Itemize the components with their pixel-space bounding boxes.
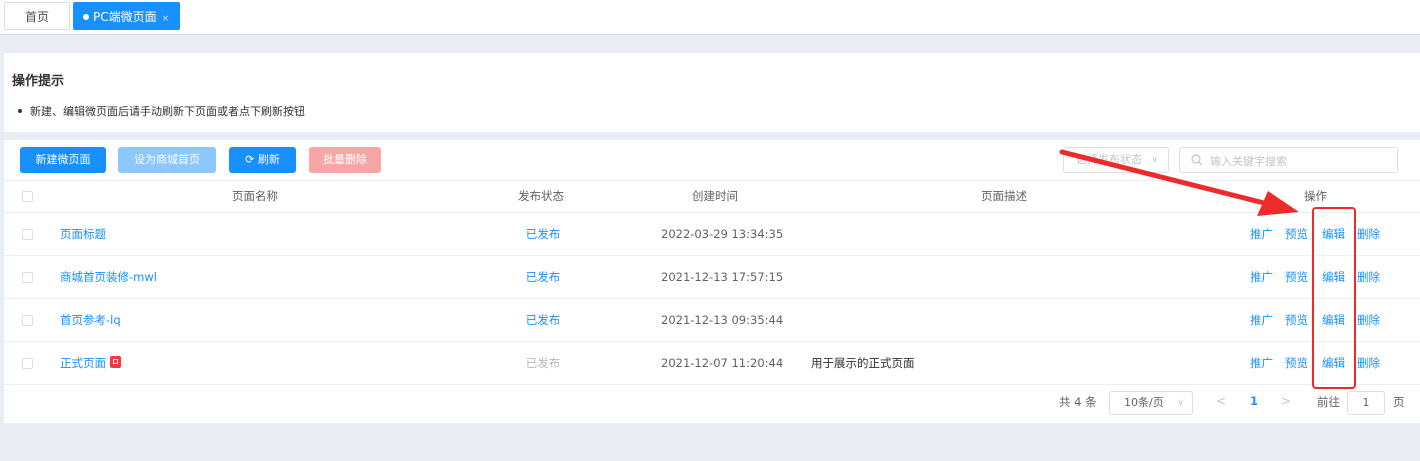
tab-home[interactable]: 首页: [4, 2, 70, 30]
batch-delete-button[interactable]: 批量删除: [309, 147, 381, 173]
preview-link[interactable]: 预览: [1285, 342, 1308, 384]
search-box[interactable]: [1179, 147, 1398, 173]
main-card: 新建微页面 设为商城首页 ⟳ 刷新 批量删除 选择发布状态 ∨ 页面名称 发布状…: [4, 140, 1420, 423]
refresh-button[interactable]: ⟳ 刷新: [229, 147, 296, 173]
chevron-down-icon: ∨: [1151, 155, 1158, 165]
tips-item: 新建、编辑微页面后请手动刷新下页面或者点下刷新按钮: [18, 103, 305, 119]
refresh-label: 刷新: [257, 153, 280, 166]
mobile-page-icon: [110, 355, 121, 368]
promote-link[interactable]: 推广: [1250, 299, 1273, 341]
status-text: 已发布: [525, 313, 561, 327]
promote-link[interactable]: 推广: [1250, 342, 1273, 384]
page-desc: 用于展示的正式页面: [811, 356, 915, 370]
preview-link[interactable]: 预览: [1285, 299, 1308, 341]
status-text: 已发布: [525, 227, 561, 241]
tab-label: PC端微页面: [93, 10, 157, 24]
table-row: 页面标题 已发布 2022-03-29 13:34:35 推广 预览 编辑 删除: [4, 213, 1420, 256]
goto-page-input[interactable]: 1: [1347, 391, 1385, 415]
tips-title: 操作提示: [12, 74, 65, 89]
status-text: 已发布: [525, 356, 561, 370]
status-text: 已发布: [525, 270, 561, 284]
row-checkbox[interactable]: [22, 272, 33, 283]
set-home-button[interactable]: 设为商城首页: [118, 147, 216, 173]
col-created-header: 创建时间: [692, 189, 738, 203]
created-time: 2021-12-13 17:57:15: [661, 270, 784, 284]
chevron-down-icon: ∨: [1177, 398, 1184, 408]
select-all-checkbox[interactable]: [22, 191, 33, 202]
created-time: 2022-03-29 13:34:35: [661, 227, 784, 241]
row-checkbox[interactable]: [22, 315, 33, 326]
page-name-link[interactable]: 首页参考-lq: [60, 299, 121, 341]
search-input[interactable]: [1208, 151, 1392, 171]
page-name-text: 正式页面: [60, 356, 106, 370]
page-size-select[interactable]: 10条/页 ∨: [1109, 391, 1193, 415]
created-time: 2021-12-07 11:20:44: [661, 356, 784, 370]
tips-item-text: 新建、编辑微页面后请手动刷新下页面或者点下刷新按钮: [30, 105, 305, 118]
page-name-link[interactable]: 页面标题: [60, 213, 106, 255]
col-desc-header: 页面描述: [981, 189, 1027, 203]
row-checkbox[interactable]: [22, 229, 33, 240]
status-select-placeholder: 选择发布状态: [1076, 153, 1142, 166]
delete-link[interactable]: 删除: [1357, 299, 1380, 341]
preview-link[interactable]: 预览: [1285, 213, 1308, 255]
col-status-header: 发布状态: [518, 189, 564, 203]
page-suffix: 页: [1393, 395, 1405, 409]
delete-link[interactable]: 删除: [1357, 342, 1380, 384]
tab-bar: 首页 PC端微页面 ×: [0, 0, 1420, 35]
search-icon: [1191, 154, 1203, 166]
page-name-link[interactable]: 正式页面: [60, 342, 121, 384]
new-page-button[interactable]: 新建微页面: [20, 147, 106, 173]
page-size-value: 10条/页: [1124, 396, 1164, 409]
current-page[interactable]: 1: [1250, 394, 1258, 408]
row-checkbox[interactable]: [22, 358, 33, 369]
active-dot-icon: [83, 13, 89, 20]
promote-link[interactable]: 推广: [1250, 256, 1273, 298]
pagination: 共 4 条 10条/页 ∨ < 1 > 前往 1 页: [4, 388, 1420, 418]
table-row: 商城首页装修-mwl 已发布 2021-12-13 17:57:15 推广 预览…: [4, 256, 1420, 299]
status-select[interactable]: 选择发布状态 ∨: [1063, 147, 1169, 173]
tab-pc-micro-page[interactable]: PC端微页面 ×: [73, 2, 180, 30]
goto-label: 前往: [1317, 395, 1340, 409]
promote-link[interactable]: 推广: [1250, 213, 1273, 255]
created-time: 2021-12-13 09:35:44: [661, 313, 784, 327]
delete-link[interactable]: 删除: [1357, 213, 1380, 255]
page-name-link[interactable]: 商城首页装修-mwl: [60, 256, 157, 298]
annotation-highlight-box: [1312, 207, 1356, 389]
table-row: 首页参考-lq 已发布 2021-12-13 09:35:44 推广 预览 编辑…: [4, 299, 1420, 342]
delete-link[interactable]: 删除: [1357, 256, 1380, 298]
preview-link[interactable]: 预览: [1285, 256, 1308, 298]
refresh-icon: ⟳: [245, 153, 255, 166]
bullet-icon: [18, 109, 22, 113]
table-row: 正式页面 已发布 2021-12-07 11:20:44 用于展示的正式页面 推…: [4, 342, 1420, 385]
total-count: 共 4 条: [1059, 395, 1097, 409]
col-name-header: 页面名称: [232, 189, 278, 203]
next-page-icon[interactable]: >: [1281, 394, 1291, 408]
tips-card: 操作提示 新建、编辑微页面后请手动刷新下页面或者点下刷新按钮: [4, 53, 1420, 132]
table-header: 页面名称 发布状态 创建时间 页面描述 操作: [4, 180, 1420, 213]
close-icon[interactable]: ×: [162, 14, 170, 24]
prev-page-icon[interactable]: <: [1216, 394, 1226, 408]
